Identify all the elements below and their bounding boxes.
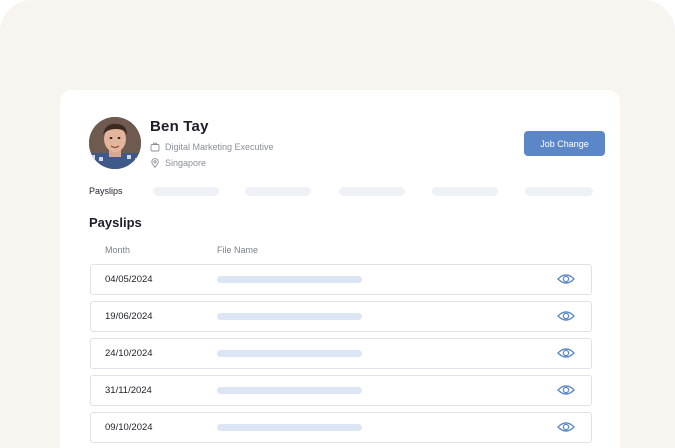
- row-month: 24/10/2024: [105, 348, 153, 359]
- column-header-file-name: File Name: [217, 245, 259, 255]
- table-row: 24/10/2024: [90, 338, 592, 369]
- file-name-placeholder: [217, 424, 362, 431]
- tab-bar: Payslips: [89, 185, 594, 199]
- job-title: Digital Marketing Executive: [165, 142, 274, 152]
- location: Singapore: [165, 158, 207, 168]
- eye-icon[interactable]: [557, 346, 575, 360]
- avatar: [89, 117, 141, 169]
- employee-name: Ben Tay: [150, 118, 209, 135]
- table-row: 19/06/2024: [90, 301, 592, 332]
- row-month: 04/05/2024: [105, 274, 153, 285]
- location-row: Singapore: [150, 158, 206, 168]
- tab-placeholder[interactable]: [339, 187, 405, 196]
- tab-payslips[interactable]: Payslips: [89, 186, 123, 196]
- row-month: 09/10/2024: [105, 422, 153, 433]
- location-pin-icon: [150, 158, 160, 168]
- eye-icon[interactable]: [557, 383, 575, 397]
- table-row: 04/05/2024: [90, 264, 592, 295]
- briefcase-icon: [150, 142, 160, 152]
- tab-placeholder[interactable]: [245, 187, 311, 196]
- file-name-placeholder: [217, 350, 362, 357]
- employee-card: Ben Tay Digital Marketing Executive Sing…: [60, 90, 620, 448]
- table-row: 31/11/2024: [90, 375, 592, 406]
- job-title-row: Digital Marketing Executive: [150, 142, 274, 152]
- file-name-placeholder: [217, 387, 362, 394]
- tab-placeholder[interactable]: [432, 187, 498, 196]
- tab-placeholder[interactable]: [525, 187, 593, 196]
- eye-icon[interactable]: [557, 420, 575, 434]
- eye-icon[interactable]: [557, 309, 575, 323]
- tab-placeholder[interactable]: [153, 187, 219, 196]
- column-header-month: Month: [105, 245, 131, 255]
- row-month: 19/06/2024: [105, 311, 153, 322]
- eye-icon[interactable]: [557, 272, 575, 286]
- section-title: Payslips: [89, 215, 142, 230]
- file-name-placeholder: [217, 276, 362, 283]
- file-name-placeholder: [217, 313, 362, 320]
- job-change-button[interactable]: Job Change: [524, 131, 605, 156]
- table-row: 09/10/2024: [90, 412, 592, 443]
- row-month: 31/11/2024: [105, 385, 152, 396]
